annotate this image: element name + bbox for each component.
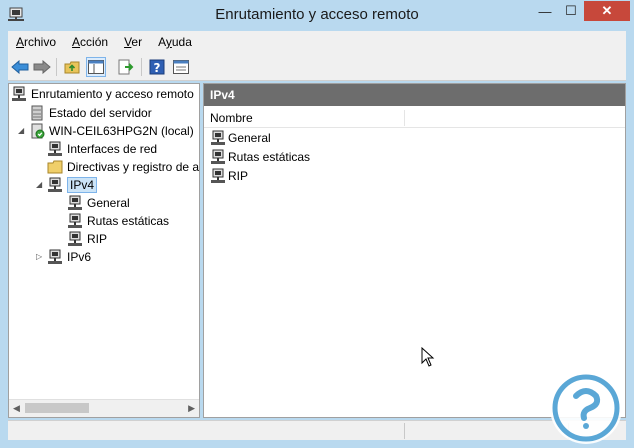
menu-accion-label: cción — [80, 35, 109, 49]
back-icon[interactable] — [10, 57, 30, 77]
forward-icon[interactable] — [32, 57, 52, 77]
tree-item-static-routes[interactable]: Rutas estáticas — [67, 212, 169, 230]
watermark-logo-icon — [550, 372, 622, 444]
scroll-left-icon[interactable]: ◀ — [13, 403, 20, 414]
svg-text:?: ? — [154, 61, 161, 75]
tree-item-label: IPv6 — [67, 250, 92, 264]
menu-ver[interactable]: Ver — [116, 35, 150, 49]
toolbar-separator — [141, 58, 142, 76]
tree-item-ipv6[interactable]: IPv6 — [47, 248, 91, 266]
toolbar: ? — [8, 53, 626, 81]
tree-item-server-status[interactable]: Estado del servidor — [29, 104, 152, 122]
list-item-label: RIP — [228, 169, 249, 183]
list-item-label: Rutas estáticas — [228, 150, 311, 164]
list-item-static-routes[interactable]: Rutas estáticas — [210, 148, 310, 166]
list-item-rip[interactable]: RIP — [210, 167, 248, 185]
tree-item-label: Enrutamiento y acceso remoto — [31, 87, 194, 101]
close-button[interactable]: ✕ — [584, 1, 630, 21]
routing-icon — [67, 213, 83, 229]
tree-item-label: Rutas estáticas — [87, 214, 170, 228]
expand-arrow-icon[interactable]: ▷ — [36, 253, 44, 261]
tree-item-label: General — [87, 196, 130, 210]
routing-icon — [47, 249, 63, 265]
tree-item-rip[interactable]: RIP — [67, 230, 107, 248]
routing-icon — [47, 177, 63, 193]
routing-icon — [67, 231, 83, 247]
up-folder-icon[interactable] — [62, 57, 82, 77]
status-divider — [404, 423, 405, 439]
menu-accion-accel: A — [72, 35, 81, 49]
list-item-label: General — [228, 131, 271, 145]
routing-icon — [210, 168, 226, 184]
routing-icon — [67, 195, 83, 211]
tree-item-label: Directivas y registro de a — [67, 160, 200, 174]
show-hide-tree-icon[interactable] — [86, 57, 106, 77]
menu-ayuda-label: uda — [171, 35, 192, 49]
details-header: IPv4 — [204, 84, 625, 106]
menu-ayuda[interactable]: Ayuda — [150, 35, 200, 49]
menu-ver-label: er — [131, 35, 143, 49]
tree-item-routing-root[interactable]: Enrutamiento y acceso remoto — [11, 85, 194, 103]
title-bar[interactable]: Enrutamiento y acceso remoto — ☐ ✕ — [0, 0, 634, 30]
routing-icon — [11, 86, 27, 102]
menu-accion[interactable]: Acción — [64, 35, 116, 49]
tree-item-label: IPv4 — [67, 177, 98, 193]
menu-archivo[interactable]: Archivo — [8, 35, 64, 49]
column-divider[interactable] — [404, 110, 405, 126]
status-bar — [8, 420, 626, 440]
details-pane: IPv4 Nombre General Rutas estáticas RIP — [203, 83, 626, 418]
tree-item-general[interactable]: General — [67, 194, 130, 212]
main-window: Enrutamiento y acceso remoto — ☐ ✕ Archi… — [0, 0, 634, 448]
routing-icon — [210, 130, 226, 146]
toolbar-separator — [56, 58, 57, 76]
list-item-general[interactable]: General — [210, 129, 271, 147]
network-interfaces-icon — [47, 141, 63, 157]
column-header-nombre[interactable]: Nombre — [210, 111, 253, 125]
collapse-arrow-icon[interactable]: ◢ — [18, 127, 26, 135]
scrollbar-thumb[interactable] — [25, 403, 89, 413]
column-header-row: Nombre — [204, 108, 625, 128]
scroll-right-icon[interactable]: ▶ — [188, 403, 195, 414]
menu-archivo-label: rchivo — [24, 35, 57, 49]
export-list-icon[interactable] — [116, 57, 136, 77]
tree-item-label: Interfaces de red — [67, 142, 158, 156]
routing-icon — [210, 149, 226, 165]
menu-bar: Archivo Acción Ver Ayuda — [8, 31, 626, 53]
tree-item-network-interfaces[interactable]: Interfaces de red — [47, 140, 157, 158]
server-icon — [29, 123, 45, 139]
tree-item-label: Estado del servidor — [49, 106, 152, 120]
maximize-button[interactable]: ☐ — [558, 1, 584, 21]
help-icon[interactable]: ? — [147, 57, 167, 77]
collapse-arrow-icon[interactable]: ◢ — [36, 181, 44, 189]
minimize-button[interactable]: — — [532, 1, 558, 21]
menu-archivo-accel: A — [16, 35, 25, 49]
folder-icon — [47, 159, 63, 175]
console-tree: Enrutamiento y acceso remoto Estado del … — [8, 83, 200, 418]
tree-item-label: RIP — [87, 232, 108, 246]
tree-item-policies[interactable]: Directivas y registro de a — [47, 158, 199, 176]
tree-item-label: WIN-CEIL63HPG2N (local) — [49, 124, 194, 138]
properties-icon[interactable] — [171, 57, 191, 77]
mouse-cursor-icon — [421, 347, 435, 367]
menu-ayuda-pre: A — [158, 35, 166, 49]
server-status-icon — [29, 105, 45, 121]
horizontal-scrollbar[interactable]: ◀ ▶ — [9, 399, 199, 417]
tree-item-ipv4[interactable]: IPv4 — [47, 176, 98, 194]
tree-item-server[interactable]: WIN-CEIL63HPG2N (local) — [29, 122, 194, 140]
